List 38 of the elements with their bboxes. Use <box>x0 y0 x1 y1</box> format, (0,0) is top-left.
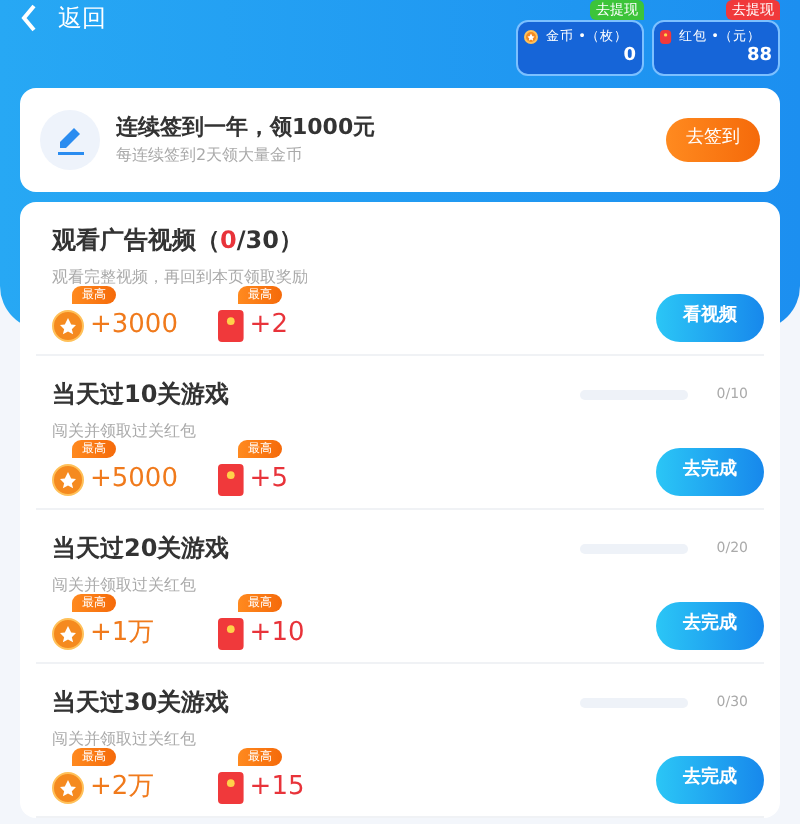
checkin-subtitle: 每连续签到2天领大量金币 <box>116 144 305 169</box>
reward-amount: +10 <box>249 616 305 652</box>
envelope-icon <box>218 771 244 804</box>
task-title: 观看广告视频（0/30） <box>52 224 303 258</box>
task-subtitle: 闯关并领取过关红包 <box>52 420 198 442</box>
reward-amount: +2万 <box>90 770 155 806</box>
task-subtitle: 闯关并领取过关红包 <box>52 728 198 750</box>
task-title: 当天过20关游戏 <box>52 532 230 566</box>
coin-icon <box>52 463 84 496</box>
back-icon <box>20 4 38 32</box>
task-title: 当天过30关游戏 <box>52 686 230 720</box>
reward-amount: +15 <box>249 770 305 806</box>
task-subtitle: 观看完整视频，再回到本页领取奖励 <box>52 266 310 288</box>
envelope-icon <box>218 463 244 496</box>
envelope-icon <box>660 30 672 45</box>
checkin-button[interactable]: 去签到 <box>666 118 760 162</box>
reward-amount: +1万 <box>90 616 155 652</box>
envelope-icon <box>218 309 244 342</box>
checkin-title: 连续签到一年，领1000元 <box>116 111 378 144</box>
coin-icon <box>52 617 84 650</box>
task-title: 当天过10关游戏 <box>52 378 230 412</box>
reward-amount: +3000 <box>90 308 178 344</box>
task-subtitle: 闯关并领取过关红包 <box>52 574 198 596</box>
reward-amount: +5 <box>249 462 288 498</box>
coin-icon <box>52 771 84 804</box>
task-button[interactable]: 去完成 <box>656 601 764 650</box>
task-button[interactable]: 去完成 <box>656 447 764 496</box>
pencil-icon <box>55 124 85 156</box>
coin-icon <box>52 309 84 342</box>
coin-icon <box>524 30 538 45</box>
wallet-value: 88 <box>744 47 772 66</box>
reward-amount: +2 <box>249 308 288 344</box>
envelope-icon <box>218 617 244 650</box>
task-button[interactable]: 去完成 <box>656 755 764 804</box>
task-button[interactable]: 看视频 <box>656 293 764 342</box>
back-button[interactable]: 返回 <box>20 0 106 36</box>
reward-amount: +5000 <box>90 462 178 498</box>
wallet-value: 0 <box>621 47 636 66</box>
